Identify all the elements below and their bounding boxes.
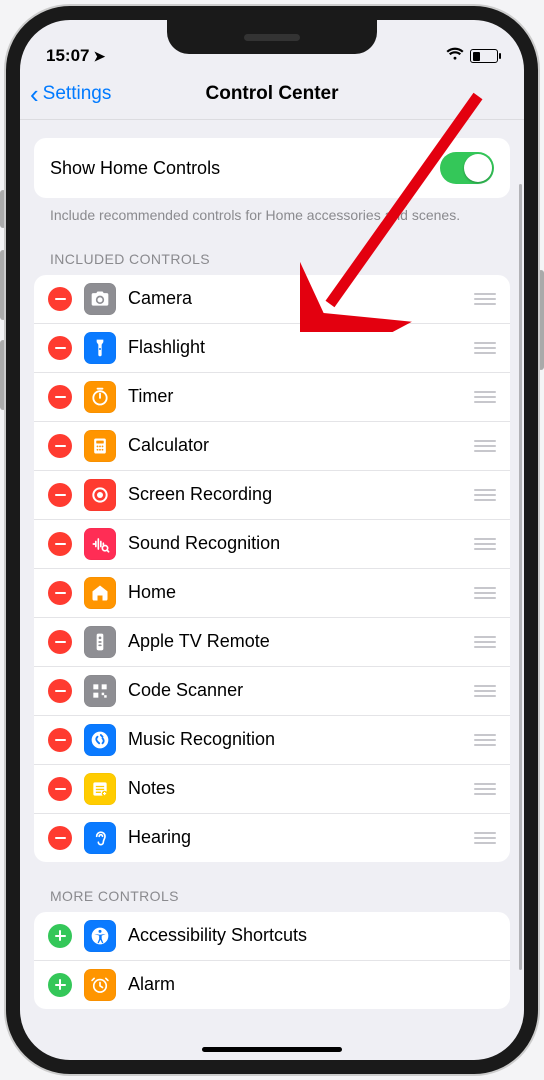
remove-button[interactable] — [48, 679, 72, 703]
remove-button[interactable] — [48, 630, 72, 654]
control-row-home: Home — [34, 568, 510, 617]
home-indicator[interactable] — [202, 1047, 342, 1052]
reorder-handle[interactable] — [474, 538, 496, 550]
alarm-icon — [84, 969, 116, 1001]
add-button[interactable] — [48, 924, 72, 948]
qr-icon — [84, 675, 116, 707]
calculator-icon — [84, 430, 116, 462]
show-home-controls-toggle[interactable] — [440, 152, 494, 184]
show-home-controls-label: Show Home Controls — [50, 158, 220, 179]
show-home-controls-desc: Include recommended controls for Home ac… — [34, 198, 510, 225]
control-row-sound: Sound Recognition — [34, 519, 510, 568]
remove-button[interactable] — [48, 336, 72, 360]
wifi-icon — [446, 46, 464, 66]
shazam-icon — [84, 724, 116, 756]
control-row-remote: Apple TV Remote — [34, 617, 510, 666]
flashlight-icon — [84, 332, 116, 364]
control-row-calculator: Calculator — [34, 421, 510, 470]
control-row-notes: Notes — [34, 764, 510, 813]
home-icon — [84, 577, 116, 609]
sound-icon — [84, 528, 116, 560]
remove-button[interactable] — [48, 532, 72, 556]
status-time: 15:07 — [46, 46, 89, 66]
included-controls-list: Camera Flashlight Timer Calculator Screen Re… — [34, 275, 510, 862]
control-label: Alarm — [128, 974, 496, 995]
battery-icon — [470, 49, 498, 63]
control-label: Music Recognition — [128, 729, 462, 750]
control-row-ear: Hearing — [34, 813, 510, 862]
control-label: Camera — [128, 288, 462, 309]
remove-button[interactable] — [48, 728, 72, 752]
back-button[interactable]: ‹ Settings — [20, 81, 111, 107]
scrollbar[interactable] — [519, 184, 522, 970]
control-row-qr: Code Scanner — [34, 666, 510, 715]
camera-icon — [84, 283, 116, 315]
reorder-handle[interactable] — [474, 440, 496, 452]
more-controls-list: Accessibility Shortcuts Alarm — [34, 912, 510, 1009]
reorder-handle[interactable] — [474, 293, 496, 305]
control-row-accessibility: Accessibility Shortcuts — [34, 912, 510, 960]
nav-bar: ‹ Settings Control Center — [20, 68, 524, 120]
control-row-shazam: Music Recognition — [34, 715, 510, 764]
control-row-record: Screen Recording — [34, 470, 510, 519]
control-label: Hearing — [128, 827, 462, 848]
remove-button[interactable] — [48, 385, 72, 409]
accessibility-icon — [84, 920, 116, 952]
phone-frame: 15:07 ➤ ‹ Settings Control Center — [6, 6, 538, 1074]
reorder-handle[interactable] — [474, 832, 496, 844]
remove-button[interactable] — [48, 777, 72, 801]
control-label: Notes — [128, 778, 462, 799]
reorder-handle[interactable] — [474, 685, 496, 697]
control-label: Screen Recording — [128, 484, 462, 505]
reorder-handle[interactable] — [474, 587, 496, 599]
control-label: Apple TV Remote — [128, 631, 462, 652]
remove-button[interactable] — [48, 483, 72, 507]
remove-button[interactable] — [48, 826, 72, 850]
add-button[interactable] — [48, 973, 72, 997]
notch — [167, 20, 377, 54]
control-label: Home — [128, 582, 462, 603]
included-header: INCLUDED CONTROLS — [34, 225, 510, 275]
more-header: MORE CONTROLS — [34, 862, 510, 912]
ear-icon — [84, 822, 116, 854]
reorder-handle[interactable] — [474, 342, 496, 354]
remove-button[interactable] — [48, 287, 72, 311]
control-row-flashlight: Flashlight — [34, 323, 510, 372]
control-row-timer: Timer — [34, 372, 510, 421]
control-row-alarm: Alarm — [34, 960, 510, 1009]
remote-icon — [84, 626, 116, 658]
control-label: Calculator — [128, 435, 462, 456]
show-home-controls-row: Show Home Controls — [34, 138, 510, 198]
control-label: Flashlight — [128, 337, 462, 358]
record-icon — [84, 479, 116, 511]
control-row-camera: Camera — [34, 275, 510, 323]
reorder-handle[interactable] — [474, 489, 496, 501]
back-label: Settings — [43, 83, 112, 105]
control-label: Code Scanner — [128, 680, 462, 701]
control-label: Timer — [128, 386, 462, 407]
reorder-handle[interactable] — [474, 783, 496, 795]
remove-button[interactable] — [48, 581, 72, 605]
reorder-handle[interactable] — [474, 734, 496, 746]
reorder-handle[interactable] — [474, 636, 496, 648]
location-icon: ➤ — [93, 48, 105, 65]
notes-icon — [84, 773, 116, 805]
reorder-handle[interactable] — [474, 391, 496, 403]
timer-icon — [84, 381, 116, 413]
remove-button[interactable] — [48, 434, 72, 458]
chevron-left-icon: ‹ — [30, 81, 39, 107]
control-label: Sound Recognition — [128, 533, 462, 554]
control-label: Accessibility Shortcuts — [128, 925, 496, 946]
